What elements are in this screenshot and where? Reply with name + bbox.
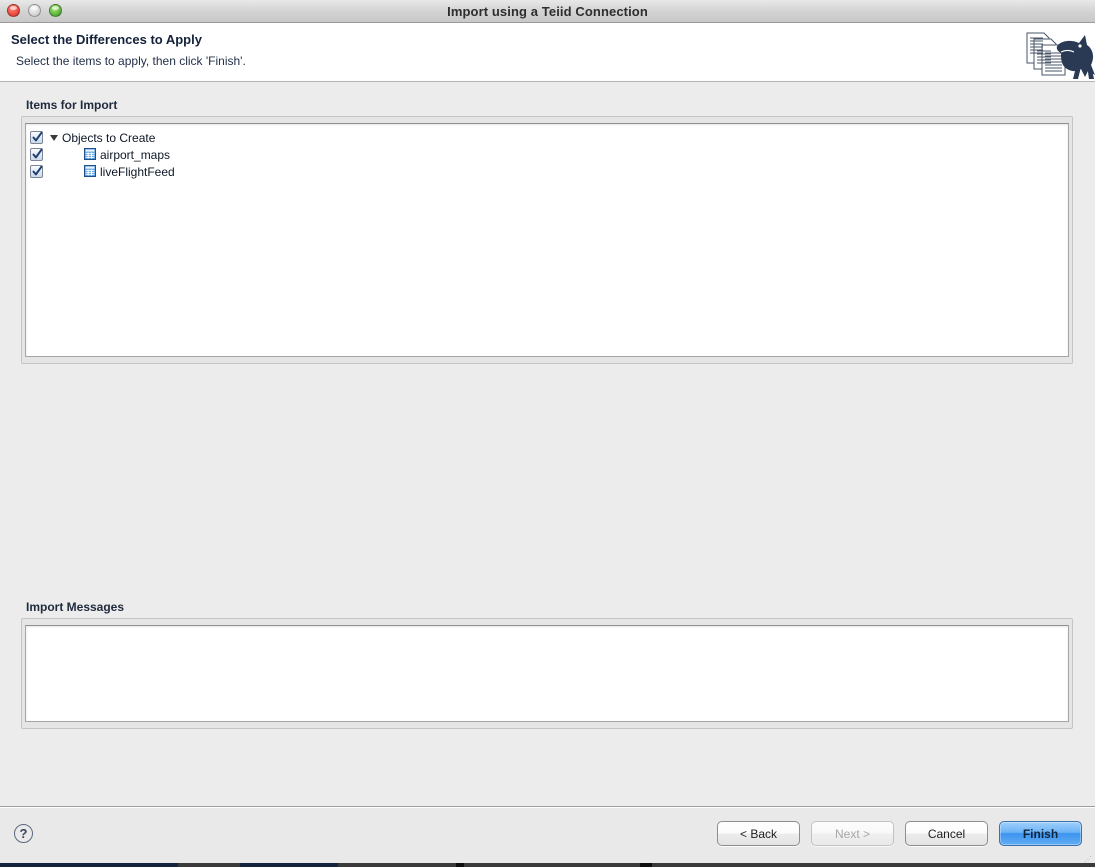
checkbox-checked[interactable] — [30, 165, 43, 178]
wizard-window: Import using a Teiid Connection Select t… — [0, 0, 1095, 857]
next-button: Next > — [811, 821, 894, 846]
minimize-button[interactable] — [28, 4, 41, 17]
wizard-body: Items for Import Objects to Create airpor… — [0, 82, 1095, 806]
table-icon — [84, 165, 96, 177]
items-for-import-tree-panel[interactable]: Objects to Create airport_maps liveFlightF… — [25, 123, 1069, 357]
items-for-import-label: Items for Import — [26, 98, 118, 112]
wizard-banner: Select the Differences to Apply Select t… — [0, 23, 1095, 82]
tree-row[interactable]: Objects to Create — [26, 129, 1068, 146]
tree-item-label: airport_maps — [100, 147, 171, 162]
wizard-nav-buttons: < Back Next > Cancel Finish — [717, 821, 1082, 846]
help-button[interactable]: ? — [14, 824, 33, 843]
window-titlebar: Import using a Teiid Connection — [0, 0, 1095, 23]
cancel-button[interactable]: Cancel — [905, 821, 988, 846]
button-bar-divider — [0, 807, 1095, 808]
resize-grip[interactable]: ⋰ — [1084, 856, 1092, 864]
back-button[interactable]: < Back — [717, 821, 800, 846]
window-controls — [7, 4, 62, 17]
close-button[interactable] — [7, 4, 20, 17]
desktop-strip: ⋰ — [0, 856, 1095, 867]
teiid-dinosaur-documents-icon — [1017, 23, 1095, 81]
window-title: Import using a Teiid Connection — [447, 3, 648, 19]
tree-row[interactable]: liveFlightFeed — [26, 163, 1068, 180]
tree-row[interactable]: airport_maps — [26, 146, 1068, 163]
import-messages-label: Import Messages — [26, 600, 125, 614]
tree-item-label: Objects to Create — [62, 130, 156, 145]
checkbox-checked[interactable] — [30, 148, 43, 161]
import-messages-text[interactable] — [25, 625, 1069, 722]
tree-item-label: liveFlightFeed — [100, 164, 175, 179]
page-title: Select the Differences to Apply — [11, 32, 202, 47]
table-icon — [84, 148, 96, 160]
page-subtitle: Select the items to apply, then click 'F… — [16, 54, 246, 68]
wizard-button-bar: ? < Back Next > Cancel Finish — [0, 806, 1095, 857]
zoom-button[interactable] — [49, 4, 62, 17]
checkbox-checked[interactable] — [30, 131, 43, 144]
triangle-down-icon[interactable] — [50, 135, 58, 141]
items-tree[interactable]: Objects to Create airport_maps liveFlightF… — [26, 124, 1068, 356]
finish-button[interactable]: Finish — [999, 821, 1082, 846]
